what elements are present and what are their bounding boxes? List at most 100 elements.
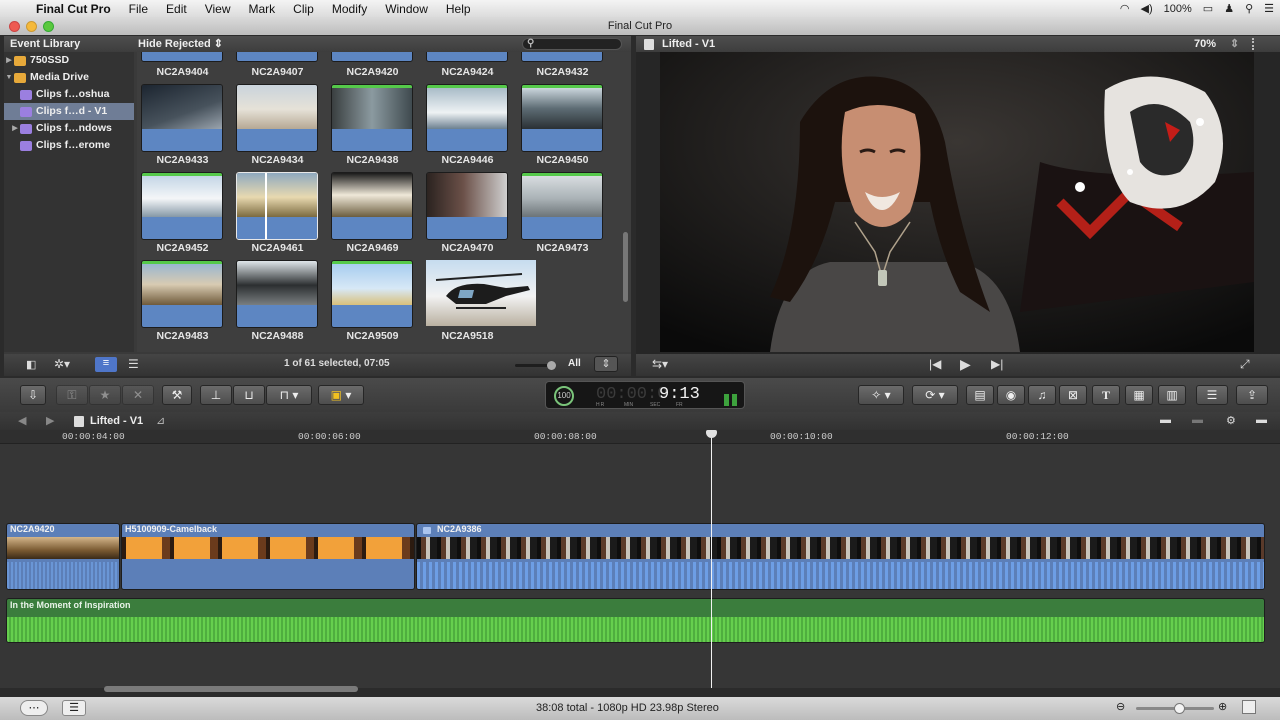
disclosure-triangle-icon[interactable]: ▶	[10, 120, 20, 137]
clip-thumbnail[interactable]	[426, 172, 508, 240]
transform-menu-icon[interactable]: ⇆▾	[652, 357, 668, 371]
inspector-toggle-button[interactable]: ☰	[1196, 385, 1228, 405]
library-item-750ssd[interactable]: ▶ 750SSD	[4, 52, 134, 69]
event-item-clips-lifted-v1[interactable]: Clips f…d - V1	[4, 103, 134, 120]
event-item-clips-joshua[interactable]: Clips f…oshua	[4, 86, 134, 103]
clip-thumbnail-still[interactable]	[426, 260, 536, 326]
duration-all-label[interactable]: All	[568, 358, 581, 369]
timeline-ruler[interactable]: 00:00:04:00 00:00:06:00 00:00:08:00 00:0…	[0, 430, 1280, 444]
audio-meters-button[interactable]: ☰	[62, 700, 86, 716]
clip-thumbnail[interactable]	[141, 52, 223, 62]
library-toggle-icon[interactable]: ◧	[26, 358, 36, 371]
list-view-icon[interactable]: ☰	[128, 357, 139, 371]
titles-browser-button[interactable]: T	[1092, 385, 1120, 405]
clip-thumbnail[interactable]	[331, 84, 413, 152]
clip-thumbnail[interactable]	[521, 52, 603, 62]
next-edit-icon[interactable]: ▶|	[991, 357, 1003, 371]
fullscreen-icon[interactable]: ⤢	[1240, 357, 1250, 372]
event-item-clips-jerome[interactable]: Clips f…erome	[4, 137, 134, 154]
music-clip[interactable]: In the Moment of Inspiration	[6, 598, 1265, 643]
grid-scrollbar[interactable]	[623, 232, 628, 302]
timeline-zoom-knob[interactable]	[1174, 703, 1185, 714]
timeline-zoom-slider[interactable]	[1136, 703, 1214, 714]
background-task-percent[interactable]: 100	[554, 386, 574, 406]
clip-thumbnail[interactable]	[141, 84, 223, 152]
media-browser-button[interactable]: ▤	[966, 385, 994, 405]
menu-file[interactable]: File	[129, 2, 148, 16]
battery-icon[interactable]: ▭	[1203, 2, 1213, 15]
clip-thumbnail[interactable]	[141, 260, 223, 328]
close-window-button[interactable]	[9, 21, 20, 32]
skimmer-toggle-icon[interactable]	[1242, 700, 1256, 714]
clip-thumbnail[interactable]	[331, 172, 413, 240]
connect-clip-button[interactable]: ⊥	[200, 385, 232, 405]
clip-thumbnail[interactable]	[521, 84, 603, 152]
timeline-video-clip[interactable]: NC2A9420	[6, 523, 120, 590]
clip-thumbnail[interactable]	[521, 172, 603, 240]
audio-lanes-icon[interactable]: ▬	[1192, 414, 1203, 426]
snapping-icon[interactable]: ⚙	[1226, 414, 1236, 427]
user-icon[interactable]: ♟	[1224, 2, 1234, 15]
zoom-out-icon[interactable]: ⊖	[1116, 700, 1125, 713]
menu-clip[interactable]: Clip	[293, 2, 314, 16]
library-item-media-drive[interactable]: ▼ Media Drive	[4, 69, 134, 86]
menu-modify[interactable]: Modify	[332, 2, 367, 16]
music-browser-button[interactable]: ♫	[1028, 385, 1056, 405]
transitions-browser-button[interactable]: ⊠	[1059, 385, 1087, 405]
app-menu[interactable]: Final Cut Pro	[36, 2, 111, 16]
clip-thumbnail[interactable]	[236, 84, 318, 152]
clip-thumbnail[interactable]	[426, 84, 508, 152]
action-gear-icon[interactable]: ✲▾	[54, 357, 70, 371]
zoom-in-icon[interactable]: ⊕	[1218, 700, 1227, 713]
insert-clip-button[interactable]: ⊔	[233, 385, 265, 405]
timeline-area[interactable]: NC2A9420 H5100909-Camelback NC2A9386 In …	[0, 444, 1280, 688]
battery-label[interactable]: 100%	[1164, 3, 1192, 15]
themes-browser-button[interactable]: ▥	[1158, 385, 1186, 405]
minimize-window-button[interactable]	[26, 21, 37, 32]
clip-thumbnail[interactable]	[331, 260, 413, 328]
clip-thumbnail[interactable]	[331, 52, 413, 62]
menu-mark[interactable]: Mark	[249, 2, 276, 16]
disclosure-triangle-icon[interactable]: ▼	[4, 69, 14, 86]
tool-select-button[interactable]: ✧ ▾	[858, 385, 904, 405]
event-item-clips-windows[interactable]: ▶ Clips f…ndows	[4, 120, 134, 137]
append-clip-button[interactable]: ⊓ ▾	[266, 385, 312, 405]
hide-rejected-dropdown[interactable]: Hide Rejected ⇕	[138, 36, 223, 52]
clip-thumbnail[interactable]	[236, 52, 318, 62]
timeline-video-clip[interactable]: NC2A9386	[416, 523, 1265, 590]
timeline-video-clip[interactable]: H5100909-Camelback	[121, 523, 415, 590]
viewer-resize-handle[interactable]	[1252, 38, 1259, 50]
zoom-stepper-icon[interactable]: ⇕	[594, 356, 618, 372]
clip-thumbnail[interactable]	[236, 260, 318, 328]
share-button[interactable]: ⇪	[1236, 385, 1268, 405]
back-arrow-icon[interactable]: ◀	[18, 414, 26, 427]
timeline-index-icon[interactable]: ⊿	[156, 414, 165, 427]
dashboard-timecode[interactable]: 100 00:00:0 9:13 HR MIN SEC FR	[545, 381, 745, 409]
clip-thumbnail[interactable]	[141, 172, 223, 240]
import-button[interactable]: ⇩	[20, 385, 46, 405]
keyword-button[interactable]: ⚿	[56, 385, 88, 405]
inspector-button[interactable]: ⚒	[162, 385, 192, 405]
disclosure-triangle-icon[interactable]: ▶	[4, 52, 14, 69]
zoom-window-button[interactable]	[43, 21, 54, 32]
generators-browser-button[interactable]: ▦	[1125, 385, 1153, 405]
clip-size-knob[interactable]	[547, 361, 556, 370]
forward-arrow-icon[interactable]: ▶	[46, 414, 54, 427]
zoom-dropdown-icon[interactable]: ⇕	[1230, 36, 1239, 52]
playhead[interactable]	[706, 430, 717, 688]
skimming-icon[interactable]: ▬	[1256, 414, 1267, 426]
viewer-zoom[interactable]: 70%	[1194, 36, 1216, 52]
menu-edit[interactable]: Edit	[166, 2, 187, 16]
menu-view[interactable]: View	[205, 2, 231, 16]
menu-help[interactable]: Help	[446, 2, 471, 16]
browser-search-field[interactable]: ⚲	[522, 38, 622, 50]
retime-button[interactable]: ⟳ ▾	[912, 385, 958, 405]
wifi-icon[interactable]: ◠	[1120, 2, 1130, 15]
clip-thumbnail-selected[interactable]	[236, 172, 318, 240]
clip-thumbnail[interactable]	[426, 52, 508, 62]
filmstrip-view-icon[interactable]: ≡	[95, 357, 117, 372]
notification-icon[interactable]: ☰	[1264, 2, 1274, 15]
play-button[interactable]: ▶	[960, 356, 971, 373]
previous-edit-icon[interactable]: |◀	[929, 357, 941, 371]
clip-appearance-icon[interactable]: ▬	[1160, 414, 1171, 426]
